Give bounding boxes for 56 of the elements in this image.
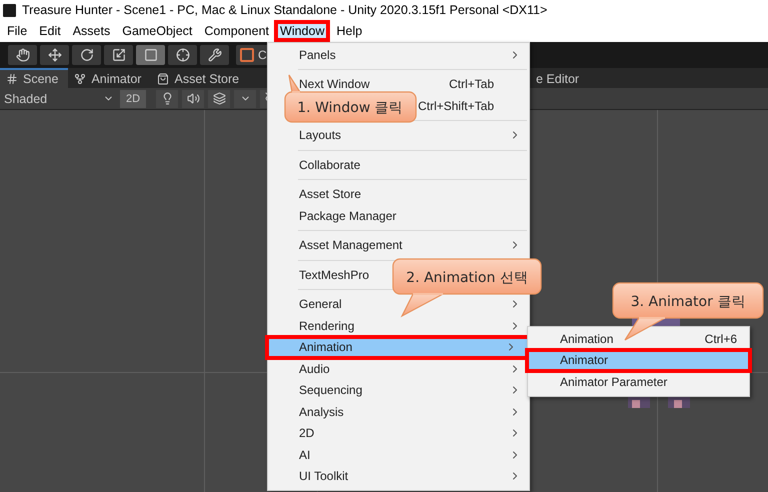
effects-dropdown[interactable]	[234, 90, 256, 108]
crosshair-icon	[176, 48, 190, 62]
menu-item[interactable]: Window	[274, 20, 330, 42]
effects-button[interactable]	[208, 90, 230, 108]
tool-button[interactable]	[136, 45, 165, 65]
move-icon	[48, 48, 62, 62]
tool-button[interactable]	[40, 45, 69, 65]
unity-logo-icon	[3, 4, 16, 16]
menu-item[interactable]: Help	[331, 20, 368, 42]
wrench-icon	[208, 48, 222, 62]
tab[interactable]: e Editor	[530, 68, 590, 88]
menu-item[interactable]: Next Window Ctrl+Tab	[268, 74, 529, 95]
bag-icon	[157, 73, 170, 85]
square-icon	[240, 48, 254, 62]
menu-item[interactable]: Sequencing	[268, 380, 529, 401]
menu-item[interactable]: Component	[199, 20, 274, 42]
hand-icon	[16, 48, 30, 62]
audio-button[interactable]	[182, 90, 204, 108]
menu-item[interactable]: Animator	[525, 348, 752, 373]
menu-item[interactable]: Package Manager	[268, 205, 529, 226]
menu-item[interactable]: UI Toolkit	[268, 466, 529, 487]
menu-item[interactable]: AI	[268, 444, 529, 466]
shading-label: Shaded	[4, 92, 48, 106]
callout-tooltip: 2. Animation 선택	[391, 257, 543, 318]
mode-2d-button[interactable]: 2D	[120, 90, 146, 108]
menu-item[interactable]: Assets	[68, 20, 116, 42]
layers-icon	[212, 92, 226, 105]
menu-item[interactable]: File	[2, 20, 32, 42]
menu-item[interactable]: Layouts	[268, 124, 529, 146]
shading-dropdown[interactable]: Shaded	[0, 88, 116, 108]
lightbulb-icon	[160, 92, 174, 105]
menu-item[interactable]: Asset Management	[268, 234, 529, 256]
tool-button[interactable]	[200, 45, 229, 65]
menu-item[interactable]: Edit	[34, 20, 66, 42]
tool-button[interactable]	[8, 45, 37, 65]
menu-item[interactable]: 2D	[268, 422, 529, 444]
fork-icon	[74, 73, 86, 85]
menu-item[interactable]: Collaborate	[268, 154, 529, 176]
square-icon	[144, 48, 158, 62]
tool-button[interactable]	[168, 45, 197, 65]
rotate-icon	[80, 48, 94, 62]
tab[interactable]: Scene	[0, 68, 68, 88]
menu-item[interactable]: Rendering	[268, 315, 529, 336]
tool-button[interactable]	[104, 45, 133, 65]
lighting-button[interactable]	[156, 90, 178, 108]
tool-button[interactable]	[72, 45, 101, 65]
hash-icon	[6, 73, 18, 85]
tab[interactable]: Animator	[68, 68, 152, 88]
speaker-icon	[186, 92, 200, 105]
menu-item[interactable]: Asset Store	[268, 184, 529, 205]
menu-item[interactable]: Analysis	[268, 401, 529, 422]
menu-item[interactable]: GameObject	[117, 20, 198, 42]
window-title: Treasure Hunter - Scene1 - PC, Mac & Linux Standalone - Unity 2020.3.15f1 Personal <DX11>	[22, 3, 548, 17]
tab[interactable]: Asset Store	[151, 68, 250, 88]
menu-item[interactable]: Animator Parameter	[528, 371, 749, 392]
scale-icon	[112, 48, 126, 62]
